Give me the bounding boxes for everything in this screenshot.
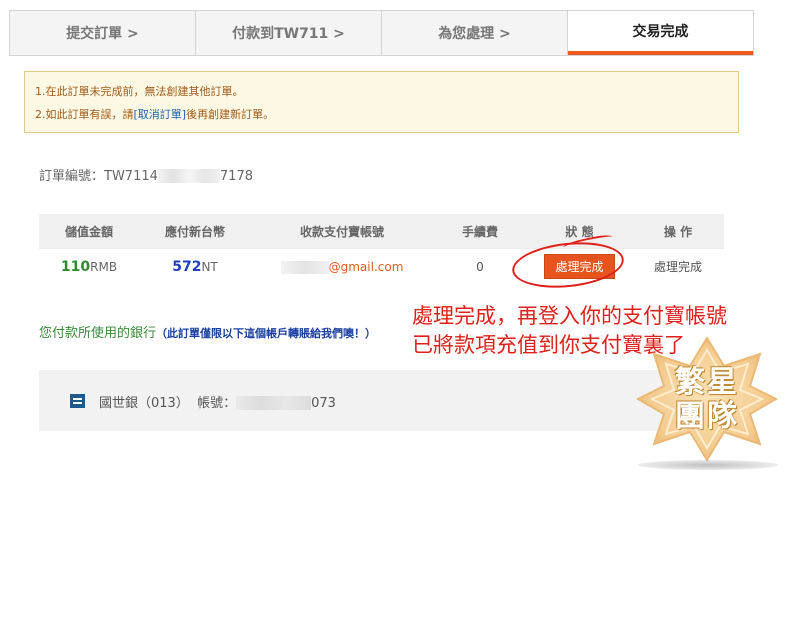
watermark-shadow — [638, 460, 778, 470]
pay-value: 572 — [172, 258, 202, 275]
amount-value: 110 — [60, 258, 91, 275]
header-fee: 手續費 — [461, 224, 498, 239]
progress-steps: 提交訂單 > 付款到TW711 > 為您處理 > 交易完成 — [9, 10, 754, 56]
account-label: 帳號： — [197, 396, 237, 411]
account-suffix: 073 — [311, 396, 336, 411]
notice-line-1: 1.在此訂單未完成前，無法創建其他訂單。 — [35, 85, 244, 98]
bank-info: 國世銀（013） 帳號： 073 — [99, 392, 336, 412]
order-number: 訂單編號：TW7114 7178 — [39, 165, 253, 185]
order-table: 儲值金額 應付新台幣 收款支付寶帳號 手續費 狀 態 操 作 110RMB 57… — [39, 214, 724, 284]
email-suffix: @gmail.com — [328, 259, 404, 274]
cell-action: 處理完成 — [653, 260, 702, 274]
header-status: 狀 態 — [565, 224, 594, 239]
bank-note: 您付款所使用的銀行（此訂單僅限以下這個帳戶轉賬給我們噢！） — [39, 322, 376, 341]
watermark-line-2: 團隊 — [675, 399, 739, 434]
bank-note-sub: （此訂單僅限以下這個帳戶轉賬給我們噢！） — [156, 327, 377, 340]
watermark-text: 繁星 團隊 — [636, 366, 778, 434]
annotation-line-1: 處理完成，再登入你的支付寶帳號 — [412, 304, 727, 328]
account-redacted — [236, 395, 312, 410]
pay-unit: NT — [201, 259, 218, 274]
order-number-redacted — [157, 168, 220, 183]
cancel-order-link[interactable]: [取消訂單] — [134, 108, 187, 121]
step-pay-tw711: 付款到TW711 > — [196, 11, 382, 55]
notice-line-2-prefix: 2.如此訂單有誤，請 — [35, 108, 134, 121]
header-amount: 儲值金額 — [64, 224, 113, 239]
amount-unit: RMB — [90, 259, 118, 274]
order-number-label: 訂單編號： — [39, 169, 105, 184]
header-action: 操 作 — [663, 224, 693, 239]
watermark-line-1: 繁星 — [675, 365, 739, 400]
step-complete: 交易完成 — [568, 11, 753, 55]
step-processing: 為您處理 > — [382, 11, 568, 55]
table-header: 儲值金額 應付新台幣 收款支付寶帳號 手續費 狀 態 操 作 — [39, 214, 724, 248]
order-number-prefix: TW7114 — [104, 169, 158, 184]
watermark-logo: 繁星 團隊 — [635, 336, 779, 470]
notice-box: 1.在此訂單未完成前，無法創建其他訂單。 2.如此訂單有誤，請[取消訂單]後再創… — [24, 71, 739, 133]
notice-line-2-suffix: 後再創建新訂單。 — [186, 108, 275, 121]
bank-card-icon — [70, 394, 85, 408]
bank-name: 國世銀（013） — [99, 396, 189, 411]
order-number-suffix: 7178 — [219, 169, 253, 184]
cell-email: @gmail.com — [251, 260, 433, 274]
header-alipay-account: 收款支付寶帳號 — [299, 224, 384, 239]
step-submit-order: 提交訂單 > — [10, 11, 196, 55]
cell-amount: 110RMB — [39, 259, 139, 275]
bank-box: 國世銀（013） 帳號： 073 — [39, 370, 739, 431]
header-pay-twd: 應付新台幣 — [164, 224, 225, 239]
cell-pay: 572NT — [139, 259, 251, 275]
email-redacted — [280, 260, 329, 274]
bank-note-main: 您付款所使用的銀行 — [39, 326, 157, 341]
notice-line-2: 2.如此訂單有誤，請[取消訂單]後再創建新訂單。 — [35, 103, 728, 126]
